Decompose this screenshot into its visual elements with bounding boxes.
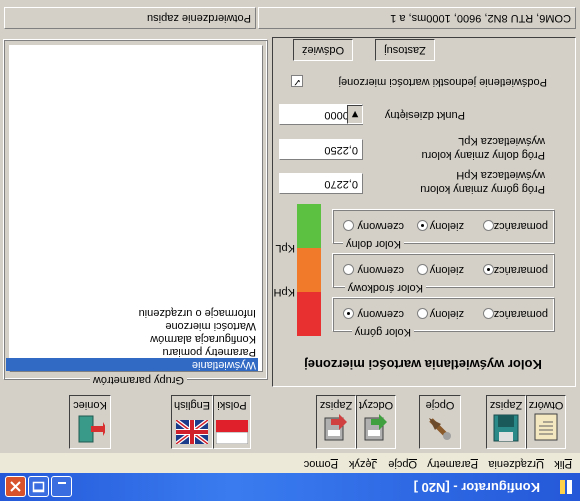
display-settings-panel: Kolor wyświetlania wartości mierzonej Ko… — [272, 37, 576, 387]
display-color-title: Kolor wyświetlania wartości mierzonej — [304, 357, 542, 372]
list-item-informacje[interactable]: Informacje o urządzeniu — [6, 306, 258, 319]
list-item-parametry-pomiaru[interactable]: Parametry pomiaru — [6, 345, 258, 358]
lower-red-label[interactable]: czerwony — [358, 220, 404, 232]
lower-color-title: Kolor dolny — [342, 238, 404, 250]
save-label: Zapisz — [489, 399, 523, 411]
write-label: Zapisz — [319, 399, 353, 411]
english-language-button[interactable]: English — [171, 395, 213, 449]
middle-orange-radio[interactable] — [483, 264, 494, 275]
upper-green-label[interactable]: zielony — [430, 308, 464, 320]
color-bar-middle — [297, 248, 321, 292]
lower-red-radio[interactable] — [343, 220, 354, 231]
lower-color-group: Kolor dolny czerwony zielony pomarańcz — [333, 210, 555, 250]
list-item-wartosci-mierzone[interactable]: Wartości mierzone — [6, 319, 258, 332]
title-bar[interactable]: Konfigurator - [N20 ] — [0, 473, 580, 501]
lower-threshold-input[interactable]: 0,2250 — [279, 139, 363, 160]
menu-parametry[interactable]: Parametry — [427, 458, 478, 470]
upper-orange-radio[interactable] — [483, 308, 494, 319]
refresh-button[interactable]: Odśwież — [293, 39, 353, 61]
upper-red-label[interactable]: czerwony — [358, 308, 404, 320]
list-item-konfiguracja-alarmow[interactable]: Konfiguracja alarmów — [6, 332, 258, 345]
read-label: Odczyt — [358, 399, 394, 411]
read-device-button[interactable]: Odczyt — [356, 395, 396, 449]
read-device-icon — [364, 414, 387, 441]
exit-label: Koniec — [73, 399, 107, 411]
minimize-button[interactable] — [51, 476, 72, 497]
tools-icon — [429, 418, 451, 440]
middle-orange-label[interactable]: pomarańcz — [494, 264, 548, 276]
apply-button[interactable]: Zastosuj — [375, 39, 435, 61]
status-connection: COM6, RTU 8N2, 9600, 1000ms, a 1 — [258, 7, 576, 29]
middle-color-title: Kolor środkowy — [344, 282, 426, 294]
window-title: Konfigurator - [N20 ] — [413, 480, 540, 495]
color-bar-lower — [297, 204, 321, 248]
lower-orange-radio[interactable] — [483, 220, 494, 231]
exit-button[interactable]: Koniec — [69, 395, 111, 449]
write-device-icon — [324, 414, 347, 441]
lower-threshold-label: Próg dolny zmiany koloru wyświetlacza Kp… — [421, 135, 545, 161]
menu-urzadzenia[interactable]: Urządzenia — [488, 458, 544, 470]
upper-color-title: Kolor górny — [351, 326, 414, 338]
app-icon — [556, 478, 574, 496]
uk-flag-icon — [176, 420, 208, 444]
middle-red-radio[interactable] — [343, 264, 354, 275]
lower-orange-label[interactable]: pomarańcz — [494, 220, 548, 232]
color-bar-upper — [297, 292, 321, 336]
upper-threshold-label: Próg górny zmiany koloru wyświetlacza Kp… — [420, 169, 545, 195]
middle-green-radio[interactable] — [417, 264, 428, 275]
middle-color-group: Kolor środkowy czerwony zielony pomarańc… — [333, 254, 555, 294]
door-exit-icon — [78, 415, 105, 443]
parameter-groups-list: Wyświetlanie Parametry pomiaru Konfigura… — [6, 45, 263, 372]
options-label: Opcje — [425, 399, 455, 411]
lower-green-label[interactable]: zielony — [430, 220, 464, 232]
parameter-groups-title: Grupy parametrów — [89, 374, 187, 386]
menu-opcje[interactable]: Opcje — [388, 458, 417, 470]
menu-jezyk[interactable]: Język — [349, 458, 377, 470]
kpl-label: KpL — [275, 242, 295, 254]
middle-red-label[interactable]: czerwony — [358, 264, 404, 276]
backlight-label: Podświetlenie jednostki wartości mierzon… — [338, 76, 547, 88]
upper-red-radio[interactable] — [343, 308, 354, 319]
maximize-button[interactable] — [28, 476, 49, 497]
polish-label: Polski — [217, 399, 247, 411]
main-window: Konfigurator - [N20 ] Plik Urządzenia Pa… — [0, 0, 580, 501]
parameter-groups-box: Grupy parametrów Wyświetlanie Parametry … — [4, 40, 268, 386]
open-file-button[interactable]: Otwórz — [526, 395, 566, 449]
decimal-point-label: Punkt dziesiętny — [384, 109, 465, 121]
kph-label: KpH — [273, 286, 295, 298]
english-label: English — [173, 399, 211, 411]
upper-color-group: Kolor górny czerwony zielony pomarańcz — [333, 298, 555, 338]
open-document-icon — [534, 413, 558, 441]
menu-pomoc[interactable]: Pomoc — [304, 458, 338, 470]
lower-green-radio[interactable] — [417, 220, 428, 231]
dropdown-arrow-icon[interactable]: ▼ — [347, 105, 363, 124]
upper-green-radio[interactable] — [417, 308, 428, 319]
floppy-disk-icon — [493, 414, 519, 442]
upper-threshold-input[interactable]: 0,2270 — [279, 173, 363, 194]
status-message: Potwierdzenie zapisu — [4, 7, 256, 29]
poland-flag-icon — [216, 420, 248, 444]
menu-plik[interactable]: Plik — [554, 458, 572, 470]
toolbar: Koniec Polski English Odczyt Zapisz Opcj… — [4, 393, 576, 449]
save-file-button[interactable]: Zapisz — [486, 395, 526, 449]
upper-orange-label[interactable]: pomarańcz — [494, 308, 548, 320]
backlight-checkbox[interactable]: ✓ — [291, 75, 303, 87]
list-item-wyswietlanie[interactable]: Wyświetlanie — [6, 358, 258, 371]
menu-bar: Plik Urządzenia Parametry Opcje Język Po… — [0, 453, 580, 473]
write-device-button[interactable]: Zapisz — [316, 395, 356, 449]
open-label: Otwórz — [528, 399, 564, 411]
close-button[interactable] — [5, 476, 26, 497]
polish-language-button[interactable]: Polski — [213, 395, 251, 449]
options-button[interactable]: Opcje — [419, 395, 461, 449]
middle-green-label[interactable]: zielony — [430, 264, 464, 276]
